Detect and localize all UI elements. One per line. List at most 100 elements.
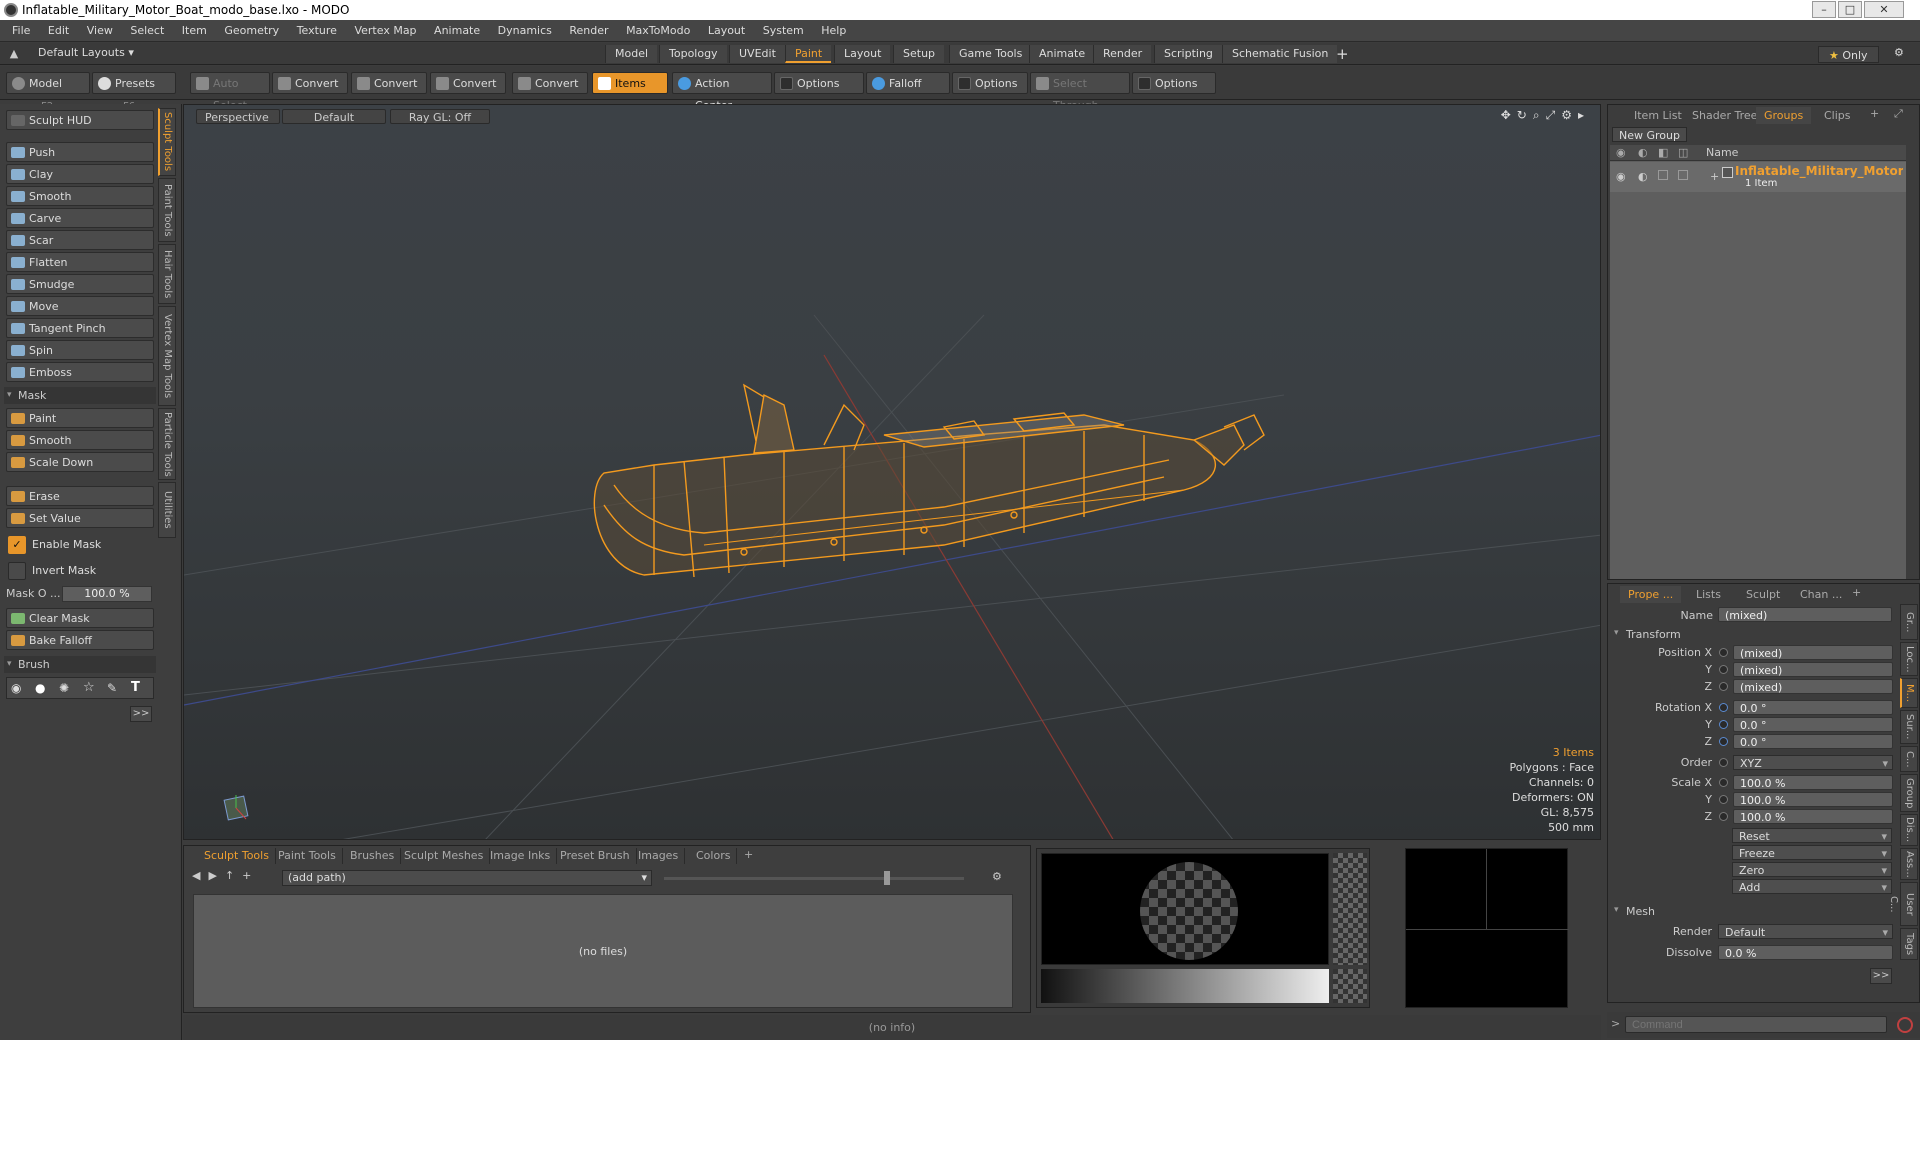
grayscale-ramp[interactable] [1041, 969, 1329, 1003]
gear-icon[interactable]: ⚙ [1894, 46, 1904, 59]
action-center-button[interactable]: Action Center [672, 72, 772, 112]
menu-vertex-map[interactable]: Vertex Map [347, 20, 423, 42]
scale-x-anim-icon[interactable] [1719, 778, 1728, 787]
swatch-checker[interactable] [1333, 969, 1367, 1003]
add-bottom-tab-icon[interactable]: + [744, 848, 753, 861]
tool-flatten[interactable]: Flatten [6, 252, 154, 272]
group-row[interactable]: ◉ ◐ + Inflatable_Military_Motor_... 1 It… [1610, 162, 1906, 192]
menu-geometry[interactable]: Geometry [217, 20, 286, 42]
mask-opacity-field[interactable]: 100.0 % [62, 586, 152, 602]
tool-spin[interactable]: Spin [6, 340, 154, 360]
order-anim-icon[interactable] [1719, 758, 1728, 767]
rotation-z-anim-icon[interactable] [1719, 737, 1728, 746]
text-brush-icon[interactable]: T [131, 680, 140, 695]
action-center-options-button[interactable]: Options [774, 72, 864, 94]
tab-scripting[interactable]: Scripting [1154, 45, 1222, 63]
bottom-tab-paint-tools[interactable]: Paint Tools [272, 848, 343, 864]
side-tab-paint-tools[interactable]: Paint Tools [158, 178, 176, 242]
tab-groups[interactable]: Groups [1756, 107, 1812, 124]
convert-vertices-button[interactable]: Convert [272, 72, 348, 94]
position-y-field[interactable]: (mixed) [1733, 662, 1893, 677]
record-icon[interactable] [1897, 1017, 1913, 1033]
browser-settings-icon[interactable]: ⚙ [992, 870, 1002, 883]
freeze-dropdown[interactable]: Freeze [1732, 845, 1892, 861]
side-tab-m[interactable]: M... [1900, 678, 1918, 708]
slider-handle[interactable] [884, 871, 890, 885]
render-dropdown[interactable]: Default [1718, 924, 1893, 940]
side-tab-hair-tools[interactable]: Hair Tools [158, 244, 176, 304]
3d-viewport[interactable]: Perspective Default Ray GL: Off ✥↻⌕⤢⚙▸ 3… [183, 104, 1601, 840]
menu-layout[interactable]: Layout [701, 20, 752, 42]
name-column-header[interactable]: Name [1706, 145, 1738, 161]
tab-render[interactable]: Render [1093, 45, 1152, 63]
side-tab-utilities[interactable]: Utilities [158, 482, 176, 538]
tab-model[interactable]: Model [605, 45, 658, 63]
tab-schematic-fusion[interactable]: Schematic Fusion [1222, 45, 1338, 63]
model-mode-button[interactable]: Model F2 [6, 72, 90, 112]
maximize-icon[interactable]: □ [1838, 1, 1862, 18]
menu-maxtomodo[interactable]: MaxToModo [619, 20, 697, 42]
items-mode-button[interactable]: Items [592, 72, 668, 94]
mask-set-value-button[interactable]: Set Value [6, 508, 154, 528]
rotation-x-field[interactable]: 0.0 ° [1733, 700, 1893, 715]
tab-item-list[interactable]: Item List [1626, 107, 1690, 124]
menu-animate[interactable]: Animate [427, 20, 487, 42]
scale-y-anim-icon[interactable] [1719, 795, 1728, 804]
layouts-dropdown[interactable]: Default Layouts ▾ [38, 46, 134, 59]
tab-topology[interactable]: Topology [659, 45, 727, 63]
tab-layout[interactable]: Layout [834, 45, 891, 63]
presets-button[interactable]: Presets F6 [92, 72, 176, 112]
name-field[interactable]: (mixed) [1718, 607, 1892, 622]
auto-select-button[interactable]: Auto Select [190, 72, 270, 112]
falloff-button[interactable]: Falloff [866, 72, 950, 94]
mask-paint-button[interactable]: Paint [6, 408, 154, 428]
convert-polygons-button[interactable]: Convert [430, 72, 506, 94]
scale-x-field[interactable]: 100.0 % [1733, 775, 1893, 790]
position-y-anim-icon[interactable] [1719, 665, 1728, 674]
side-tab-sculpt-tools[interactable]: Sculpt Tools [158, 108, 176, 176]
new-group-button[interactable]: New Group [1612, 127, 1687, 142]
rotation-order-dropdown[interactable]: XYZ [1733, 755, 1893, 771]
soft-brush-icon[interactable]: ◉ [11, 681, 21, 695]
transform-section[interactable]: Transform [1614, 628, 1681, 641]
tool-carve[interactable]: Carve [6, 208, 154, 228]
convert-edges-button[interactable]: Convert [351, 72, 427, 94]
menu-edit[interactable]: Edit [41, 20, 76, 42]
falloff-options-button[interactable]: Options [952, 72, 1028, 94]
tab-game-tools[interactable]: Game Tools [949, 45, 1032, 63]
tab-uvedit[interactable]: UVEdit [729, 45, 785, 63]
enable-mask-checkbox[interactable]: ✓ [8, 536, 26, 554]
tool-smooth[interactable]: Smooth [6, 186, 154, 206]
select-through-button[interactable]: Select Through [1030, 72, 1130, 112]
menu-render[interactable]: Render [562, 20, 615, 42]
group-name[interactable]: Inflatable_Military_Motor_... [1735, 164, 1903, 178]
side-tab-group[interactable]: Group [1900, 774, 1918, 812]
brush-section-header[interactable]: Brush [4, 656, 156, 673]
forward-icon[interactable]: ▶ [208, 869, 224, 882]
side-tab-dis[interactable]: Dis... [1900, 814, 1918, 846]
menu-select[interactable]: Select [123, 20, 171, 42]
side-tab-user-c[interactable]: User C... [1888, 882, 1918, 926]
pin-icon[interactable]: ▲ [8, 48, 20, 60]
side-tab-loc[interactable]: Loc... [1900, 642, 1918, 676]
bake-falloff-button[interactable]: Bake Falloff [6, 630, 154, 650]
add-dropdown[interactable]: Add [1732, 879, 1892, 895]
back-icon[interactable]: ◀ [192, 869, 208, 882]
group-select-icon[interactable] [1678, 170, 1688, 180]
rotation-x-anim-icon[interactable] [1719, 703, 1728, 712]
mesh-section[interactable]: Mesh [1614, 905, 1655, 918]
tab-paint[interactable]: Paint [785, 45, 832, 63]
tab-properties[interactable]: Prope ... [1620, 586, 1682, 603]
add-icon[interactable]: + [242, 869, 259, 882]
star-brush-icon[interactable]: ☆ [83, 680, 95, 695]
dissolve-field[interactable]: 0.0 % [1718, 945, 1893, 960]
position-z-field[interactable]: (mixed) [1733, 679, 1893, 694]
side-tab-c[interactable]: C... [1900, 746, 1918, 772]
convert-materials-button[interactable]: Convert [512, 72, 588, 94]
tab-animate[interactable]: Animate [1029, 45, 1095, 63]
position-z-anim-icon[interactable] [1719, 682, 1728, 691]
tool-move[interactable]: Move [6, 296, 154, 316]
select-options-button[interactable]: Options [1132, 72, 1216, 94]
add-props-tab-icon[interactable]: + [1852, 586, 1861, 599]
add-tab-icon[interactable]: + [1336, 45, 1349, 63]
